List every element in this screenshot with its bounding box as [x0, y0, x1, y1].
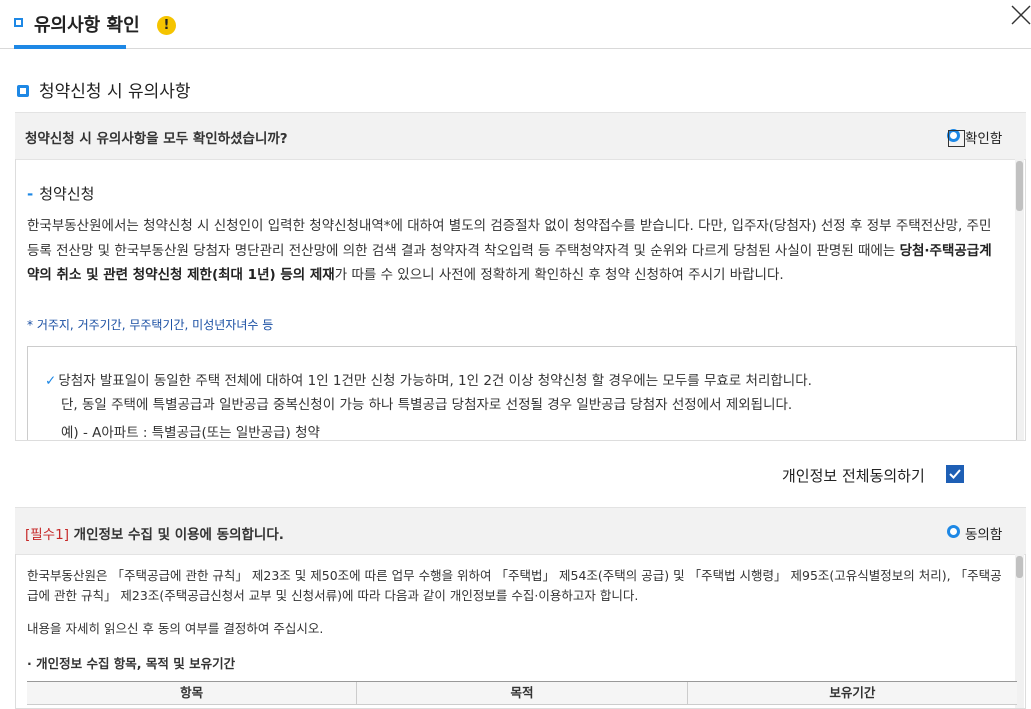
rule-line-2: 단, 동일 주택에 특별공급과 일반공급 중복신청이 가능 하나 특별공급 당첨…	[61, 397, 793, 413]
consent-title-text: 개인정보 수집 및 이용에 동의합니다.	[68, 527, 284, 543]
consent-note: 내용을 자세히 읽으신 후 동의 여부를 결정하여 주십시오.	[27, 621, 324, 636]
notice-paragraph: 한국부동산원에서는 청약신청 시 신청인이 입력한 청약신청내역*에 대하여 별…	[27, 214, 1002, 288]
consent-bar: [필수1] 개인정보 수집 및 이용에 동의합니다. 동의함	[15, 507, 1026, 555]
confirm-check-label[interactable]: 확인함	[965, 127, 1002, 147]
section-title: 청약신청 시 유의사항	[39, 82, 191, 102]
consent-title: [필수1] 개인정보 수집 및 이용에 동의합니다.	[25, 523, 284, 543]
dialog-title: 유의사항 확인	[34, 15, 140, 36]
agree-all-checkbox[interactable]	[946, 465, 964, 483]
title-underline	[14, 45, 126, 49]
confirm-bar: 청약신청 시 유의사항을 모두 확인하셨습니까? 확인함	[15, 112, 1026, 160]
consent-table-header: 항목 목적 보유기간	[27, 681, 1017, 705]
section-square-icon	[17, 85, 29, 97]
notice-subtitle-text: 청약신청	[39, 185, 95, 203]
confirm-question: 청약신청 시 유의사항을 모두 확인하셨습니까?	[25, 131, 288, 147]
notice-para-end: 가 따를 수 있으니 사전에 정확하게 확인하신 후 청약 신청하여 주시기 바…	[334, 267, 784, 283]
consent-radio[interactable]	[947, 525, 960, 538]
close-icon	[1011, 5, 1031, 25]
confirm-check[interactable]	[947, 129, 965, 147]
warning-icon: !	[157, 16, 176, 35]
consent-items-title: · 개인정보 수집 항목, 목적 및 보유기간	[27, 656, 236, 671]
rule-line-3: 예) - A아파트 : 특별공급(또는 일반공급) 청약	[61, 425, 320, 441]
check-icon: ✓	[45, 373, 57, 389]
consent-radio-label[interactable]: 동의함	[965, 523, 1002, 543]
notice-para-intro: 한국부동산원에서는 청약신청 시 신청인이 입력한 청약신청내역*에 대하여 별…	[27, 218, 992, 259]
rule-line-1: ✓ 당첨자 발표일이 동일한 주택 전체에 대하여 1인 1건만 신청 가능하며,…	[45, 369, 812, 389]
required-tag: [필수1]	[25, 527, 69, 543]
table-header-period: 보유기간	[829, 685, 876, 700]
checkmark-icon	[949, 469, 961, 479]
dialog-header: 유의사항 확인 !	[0, 0, 1031, 49]
consent-scroll-box[interactable]: 한국부동산원은 「주택공급에 관한 규칙」 제23조 및 제50조에 따른 업무…	[15, 554, 1026, 709]
confirm-focus-box	[948, 130, 965, 147]
table-header-item: 항목	[27, 682, 358, 704]
agree-all-label[interactable]: 개인정보 전체동의하기	[782, 465, 925, 486]
notice-scroll-box[interactable]: - 청약신청 한국부동산원에서는 청약신청 시 신청인이 입력한 청약신청내역*에…	[15, 159, 1026, 441]
notice-subtitle: - 청약신청	[27, 183, 94, 204]
notice-footnote: * 거주지, 거주기간, 무주택기간, 미성년자녀수 등	[27, 318, 274, 332]
title-square-icon	[14, 18, 23, 27]
consent-paragraph: 한국부동산원은 「주택공급에 관한 규칙」 제23조 및 제50조에 따른 업무…	[27, 568, 1002, 603]
rules-box: ✓ 당첨자 발표일이 동일한 주택 전체에 대하여 1인 1건만 신청 가능하며,…	[27, 346, 1017, 441]
rule-line-1-text: 당첨자 발표일이 동일한 주택 전체에 대하여 1인 1건만 신청 가능하며, …	[58, 373, 812, 389]
table-header-purpose: 목적	[357, 682, 688, 704]
notice-scroll-thumb[interactable]	[1016, 161, 1023, 211]
consent-scroll-thumb[interactable]	[1016, 556, 1023, 578]
close-button[interactable]	[1010, 4, 1031, 26]
dash-icon: -	[27, 185, 34, 203]
